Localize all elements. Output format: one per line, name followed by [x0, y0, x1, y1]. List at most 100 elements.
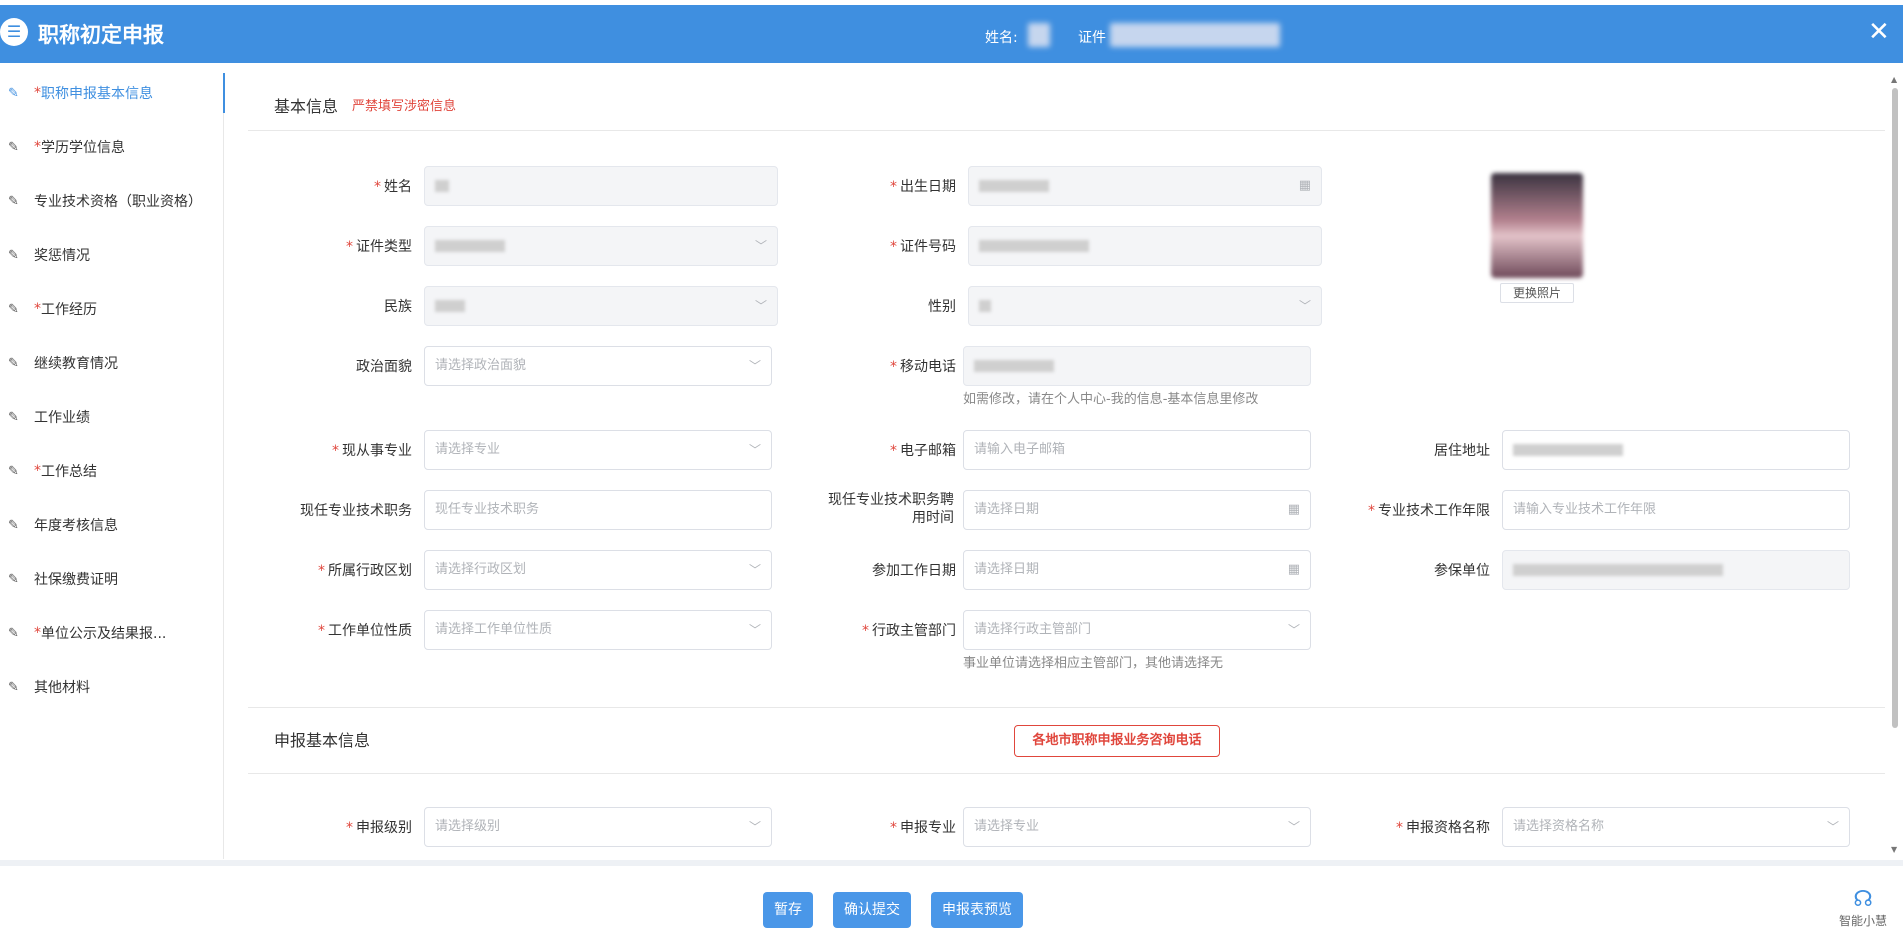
save-draft-button[interactable]: 暂存	[763, 892, 813, 928]
smart-assistant[interactable]: ☊ 智能小慧	[1838, 888, 1888, 929]
required-mark: *	[34, 463, 41, 479]
apply-level-select[interactable]: 请选择级别 ﹀	[424, 807, 772, 847]
confirm-submit-button[interactable]: 确认提交	[833, 892, 911, 928]
sidebar-item-label: 工作经历	[41, 302, 97, 318]
birth-date-label: * 出生日期	[890, 179, 956, 195]
birth-date-field[interactable]: ▦	[968, 166, 1322, 206]
scroll-up-icon[interactable]: ▲	[1891, 75, 1897, 84]
admin-dept-select[interactable]: 请选择行政主管部门 ﹀	[963, 610, 1311, 650]
chevron-down-icon: ﹀	[748, 563, 761, 577]
section-title-basic: 基本信息	[274, 97, 339, 116]
address-input[interactable]	[1502, 430, 1850, 470]
pencil-icon: ✎	[8, 247, 19, 263]
scrollbar-thumb[interactable]	[1892, 88, 1898, 728]
applicant-id-label: 证件	[1078, 30, 1106, 46]
work-start-date-picker[interactable]: 请选择日期 ▦	[963, 550, 1311, 590]
sidebar-item-education[interactable]: ✎ * 学历学位信息	[0, 127, 224, 167]
vertical-scrollbar[interactable]: ▲ ▼	[1889, 73, 1901, 859]
post-hire-date-label: 现任专业技术职务聘用时间	[828, 492, 954, 526]
unit-nature-select[interactable]: 请选择工作单位性质 ﹀	[424, 610, 772, 650]
unit-nature-label: * 工作单位性质	[318, 623, 412, 639]
admin-dept-label: * 行政主管部门	[862, 623, 956, 639]
work-years-input[interactable]: 请输入专业技术工作年限	[1502, 490, 1850, 530]
gender-select[interactable]: ﹀	[968, 286, 1322, 326]
calendar-icon: ▦	[1298, 178, 1311, 193]
divider	[248, 773, 1885, 774]
sidebar-item-annual-assessment[interactable]: ✎ 年度考核信息	[0, 505, 224, 545]
chevron-down-icon: ﹀	[748, 359, 761, 373]
sidebar-item-qualification[interactable]: ✎ 专业技术资格（职业资格）	[0, 181, 224, 221]
sidebar-item-other-materials[interactable]: ✎ 其他材料	[0, 667, 224, 707]
mobile-hint: 如需修改，请在个人中心-我的信息-基本信息里修改	[963, 392, 1259, 407]
ethnic-label: 民族	[384, 299, 412, 315]
required-mark: *	[34, 85, 41, 101]
apply-qualification-select[interactable]: 请选择资格名称 ﹀	[1502, 807, 1850, 847]
assistant-label: 智能小慧	[1838, 914, 1887, 928]
scroll-down-icon[interactable]: ▼	[1891, 845, 1897, 854]
gender-label: 性别	[928, 299, 956, 315]
pencil-icon: ✎	[8, 571, 19, 587]
edit-icon: ✎	[8, 85, 19, 101]
current-post-input[interactable]: 现任专业技术职务	[424, 490, 772, 530]
sidebar-item-label: 工作业绩	[34, 410, 90, 426]
pencil-icon: ✎	[8, 463, 19, 479]
sidebar-item-work-history[interactable]: ✎ * 工作经历	[0, 289, 224, 329]
apply-major-label: * 申报专业	[890, 820, 956, 836]
sidebar-item-label: 继续教育情况	[34, 356, 118, 372]
admin-dept-hint: 事业单位请选择相应主管部门，其他请选择无	[963, 656, 1224, 671]
sidebar-item-label: 学历学位信息	[41, 140, 125, 156]
sidebar-item-continuing-education[interactable]: ✎ 继续教育情况	[0, 343, 224, 383]
sidebar-item-rewards[interactable]: ✎ 奖惩情况	[0, 235, 224, 275]
sidebar-item-work-summary[interactable]: ✎ * 工作总结	[0, 451, 224, 491]
apply-major-select[interactable]: 请选择专业 ﹀	[963, 807, 1311, 847]
region-select[interactable]: 请选择行政区划 ﹀	[424, 550, 772, 590]
sidebar-item-basic-info[interactable]: ✎ * 职称申报基本信息	[0, 73, 225, 113]
ethnic-select[interactable]: ﹀	[424, 286, 778, 326]
sidebar-nav: ✎ * 职称申报基本信息 ✎ * 学历学位信息 ✎ 专业技术资格（职业资格） ✎…	[0, 73, 225, 859]
pencil-icon: ✎	[8, 355, 19, 371]
id-type-label: * 证件类型	[346, 239, 412, 255]
sidebar-item-social-insurance[interactable]: ✎ 社保缴费证明	[0, 559, 224, 599]
address-label: 居住地址	[1434, 443, 1490, 459]
sidebar-item-label: 专业技术资格（职业资格）	[34, 194, 202, 210]
pencil-icon: ✎	[8, 139, 19, 155]
political-select[interactable]: 请选择政治面貌 ﹀	[424, 346, 772, 386]
pencil-icon: ✎	[8, 193, 19, 209]
pencil-icon: ✎	[8, 301, 19, 317]
consult-hotline-button[interactable]: 各地市职称申报业务咨询电话	[1014, 725, 1220, 757]
mobile-label: * 移动电话	[890, 359, 956, 375]
chevron-down-icon: ﹀	[1287, 820, 1300, 834]
id-number-field[interactable]	[968, 226, 1322, 266]
sidebar-item-label: 工作总结	[41, 464, 97, 480]
list-icon: ☰	[0, 18, 28, 46]
pencil-icon: ✎	[8, 625, 19, 641]
chevron-down-icon: ﹀	[754, 239, 767, 253]
region-label: * 所属行政区划	[318, 563, 412, 579]
sidebar-item-achievements[interactable]: ✎ 工作业绩	[0, 397, 224, 437]
mobile-field[interactable]	[963, 346, 1311, 386]
apply-qualification-label: * 申报资格名称	[1396, 820, 1490, 836]
post-hire-date-picker[interactable]: 请选择日期 ▦	[963, 490, 1311, 530]
sidebar-item-label: 年度考核信息	[34, 518, 118, 534]
chevron-down-icon: ﹀	[1298, 299, 1311, 313]
insured-unit-field[interactable]	[1502, 550, 1850, 590]
divider	[248, 130, 1885, 131]
section-title-apply: 申报基本信息	[274, 731, 371, 750]
current-major-select[interactable]: 请选择专业 ﹀	[424, 430, 772, 470]
sidebar-item-unit-publicity[interactable]: ✎ * 单位公示及结果报...	[0, 613, 224, 653]
chevron-down-icon: ﹀	[754, 299, 767, 313]
id-type-select[interactable]: ﹀	[424, 226, 778, 266]
close-icon[interactable]: ✕	[1868, 19, 1890, 45]
name-label: * 姓名	[374, 179, 412, 195]
page-title: 职称初定申报	[38, 23, 164, 47]
email-input[interactable]: 请输入电子邮箱	[963, 430, 1311, 470]
insured-unit-label: 参保单位	[1434, 563, 1490, 579]
name-field[interactable]	[424, 166, 778, 206]
change-photo-button[interactable]: 更换照片	[1500, 283, 1574, 303]
applicant-id-masked	[1110, 23, 1280, 47]
pencil-icon: ✎	[8, 409, 19, 425]
required-mark: *	[34, 139, 41, 155]
preview-form-button[interactable]: 申报表预览	[931, 892, 1023, 928]
chevron-down-icon: ﹀	[748, 623, 761, 637]
confidential-warning: 严禁填写涉密信息	[352, 99, 457, 114]
